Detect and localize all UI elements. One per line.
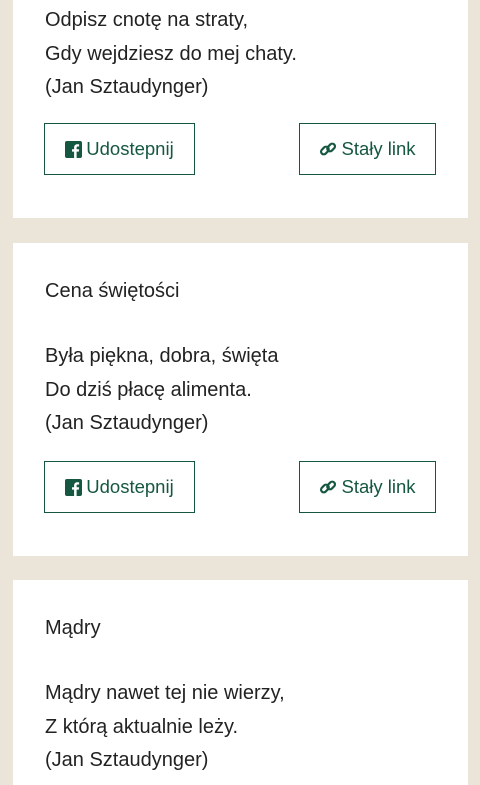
permalink-button-label: Stały link [341, 138, 416, 159]
facebook-icon [65, 140, 83, 158]
epigram-title: Cena świętości [45, 280, 180, 302]
epigram-card: Cena świętości Była piękna, dobra, święt… [13, 243, 468, 556]
epigram-author: (Jan Sztaudynger) [45, 749, 209, 771]
epigram-card: Mądry Mądry nawet tej nie wierzy, Z któr… [13, 580, 468, 785]
epigram-text: Odpisz cnotę na straty, Gdy wejdziesz do… [45, 4, 297, 105]
epigram-line: Gdy wejdziesz do mej chaty. [45, 42, 297, 65]
share-button[interactable]: Udostepnij [44, 123, 195, 175]
epigram-line: Do dziś płacę alimenta. [45, 378, 252, 401]
epigram-line: Mądry nawet tej nie wierzy, [45, 682, 285, 704]
permalink-button[interactable]: Stały link [299, 123, 436, 175]
link-icon [319, 478, 337, 496]
epigram-title: Mądry [45, 617, 101, 639]
link-icon [319, 140, 337, 158]
epigram-card: Odpisz cnotę na straty, Gdy wejdziesz do… [13, 0, 468, 218]
epigram-text: Była piękna, dobra, święta Do dziś płacę… [45, 340, 278, 441]
epigram-text: Mądry nawet tej nie wierzy, Z którą aktu… [45, 677, 285, 778]
epigram-author: (Jan Sztaudynger) [45, 76, 209, 98]
epigram-line: Z którą aktualnie leży. [45, 715, 239, 738]
epigram-line: Odpisz cnotę na straty, [45, 9, 249, 31]
share-button-label: Udostepnij [86, 476, 174, 497]
share-button[interactable]: Udostepnij [44, 461, 195, 513]
epigram-line: Była piękna, dobra, święta [45, 345, 279, 367]
facebook-icon [65, 478, 83, 496]
epigram-author: (Jan Sztaudynger) [45, 412, 209, 434]
permalink-button[interactable]: Stały link [299, 461, 436, 513]
share-button-label: Udostepnij [86, 138, 174, 159]
permalink-button-label: Stały link [341, 476, 416, 497]
